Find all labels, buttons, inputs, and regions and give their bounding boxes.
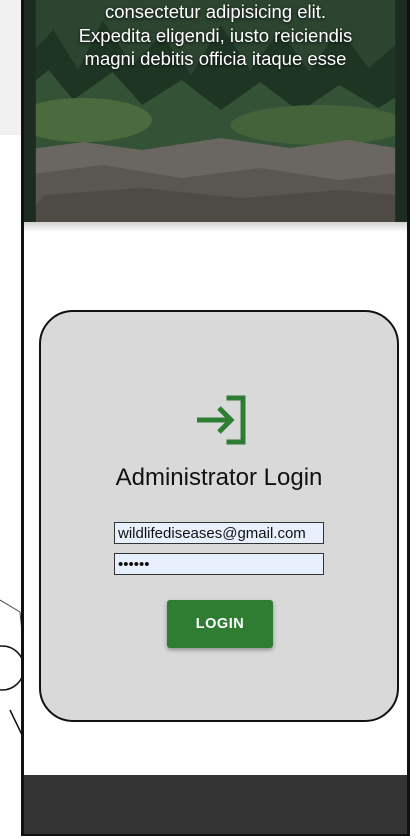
- password-field[interactable]: [114, 553, 324, 575]
- hero-shadow: [24, 222, 407, 232]
- hero-banner: consectetur adipisicing elit. Expedita e…: [24, 0, 407, 222]
- login-card: Administrator Login LOGIN: [39, 310, 399, 722]
- login-title: Administrator Login: [115, 464, 323, 491]
- hero-line: Expedita eligendi, iusto reiciendis: [78, 24, 353, 46]
- login-button[interactable]: LOGIN: [167, 600, 273, 648]
- email-field[interactable]: [114, 522, 324, 544]
- mobile-viewport: consectetur adipisicing elit. Expedita e…: [21, 0, 410, 836]
- hero-description: consectetur adipisicing elit. Expedita e…: [24, 0, 407, 71]
- hero-line: consectetur adipisicing elit.: [104, 1, 327, 22]
- footer: [24, 775, 407, 834]
- hero-line: magni debitis officia itaque esse: [84, 48, 347, 69]
- login-arrow-icon: [197, 395, 246, 445]
